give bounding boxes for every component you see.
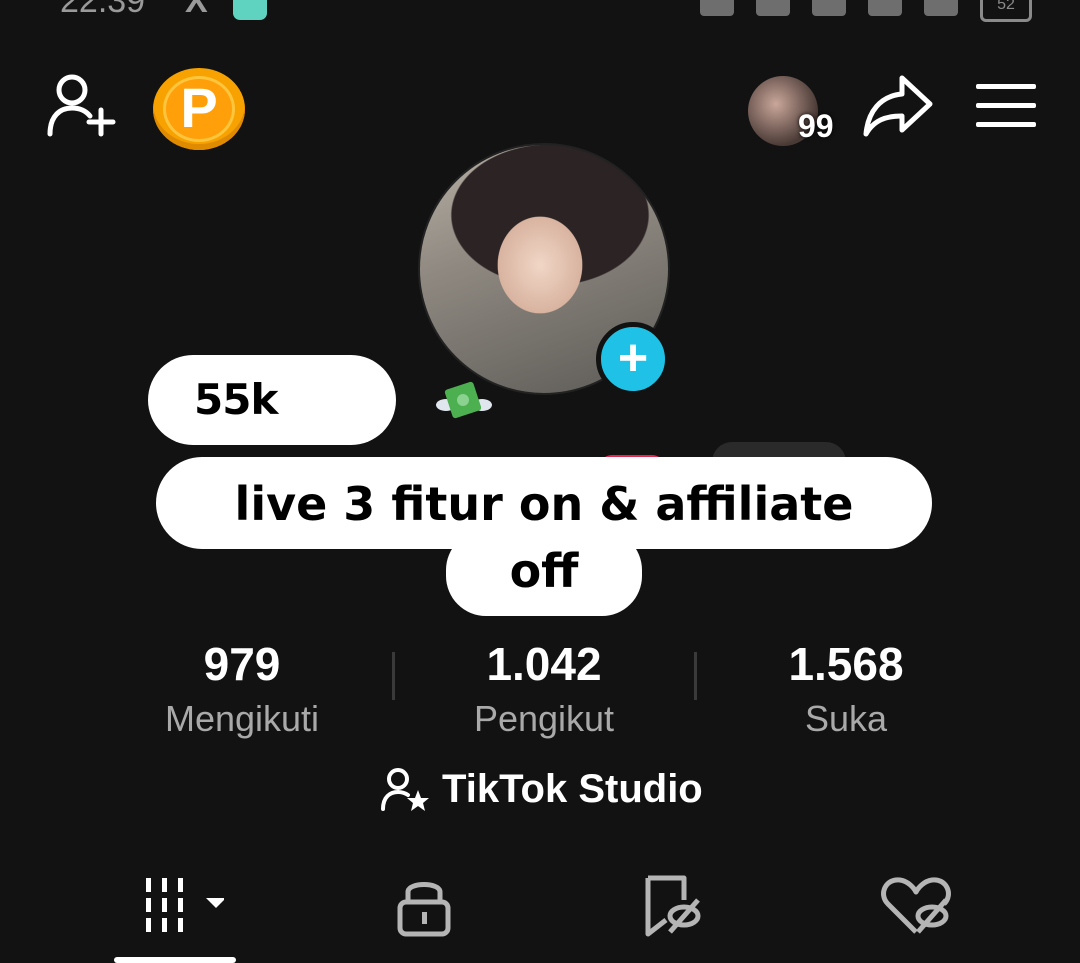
likes-count: 1.568 xyxy=(788,638,904,690)
wifi-icon xyxy=(812,0,846,16)
heart-hidden-icon xyxy=(881,877,951,934)
creator-star-icon xyxy=(381,768,429,811)
selected-tab-indicator xyxy=(114,957,236,963)
videos-grid-tab[interactable] xyxy=(144,874,224,938)
likes-stat[interactable]: 1.568 Suka xyxy=(696,640,996,740)
battery-icon: 52 xyxy=(980,0,1032,22)
description-line2: off xyxy=(509,544,579,598)
share-icon[interactable] xyxy=(862,72,934,138)
followers-label: Pengikut xyxy=(473,698,615,739)
signal-icon xyxy=(868,0,902,16)
likes-label: Suka xyxy=(804,698,888,739)
private-tab[interactable] xyxy=(384,874,464,938)
bookmark-hidden-icon xyxy=(645,875,701,937)
add-story-button[interactable]: + xyxy=(596,322,670,396)
add-friend-icon[interactable] xyxy=(46,72,118,138)
lock-icon xyxy=(397,882,451,937)
description-sticker-line1: live 3 fitur on & affiliate xyxy=(156,457,932,549)
menu-icon[interactable] xyxy=(976,84,1036,128)
liked-tab[interactable] xyxy=(876,874,956,938)
app-notification-icon xyxy=(233,0,267,20)
following-stat[interactable]: 979 Mengikuti xyxy=(92,640,392,740)
mute-icon xyxy=(700,0,734,16)
grid-icon xyxy=(146,878,183,932)
tiktok-studio-label: TikTok Studio xyxy=(442,766,703,811)
status-time: 22.39 xyxy=(60,0,146,20)
price-text: 55k xyxy=(194,375,278,424)
saved-tab[interactable] xyxy=(632,874,712,938)
following-label: Mengikuti xyxy=(164,698,320,739)
friends-count-badge: 99 xyxy=(798,108,834,144)
x-app-icon: X xyxy=(185,0,208,20)
status-icons: 52 xyxy=(700,0,1032,22)
followers-stat[interactable]: 1.042 Pengikut xyxy=(394,640,694,740)
coin-icon[interactable]: P xyxy=(153,68,245,150)
signal-icon xyxy=(924,0,958,16)
description-line1: live 3 fitur on & affiliate xyxy=(234,477,854,531)
tiktok-studio-link[interactable]: TikTok Studio xyxy=(380,764,703,814)
money-wings-icon xyxy=(436,381,492,419)
price-sticker: 55k xyxy=(148,355,492,445)
plus-icon: + xyxy=(617,329,649,387)
moon-icon xyxy=(756,0,790,16)
following-count: 979 xyxy=(203,638,281,690)
followers-count: 1.042 xyxy=(486,638,602,690)
coin-letter: P xyxy=(180,76,218,139)
dropdown-caret-icon xyxy=(206,898,224,908)
